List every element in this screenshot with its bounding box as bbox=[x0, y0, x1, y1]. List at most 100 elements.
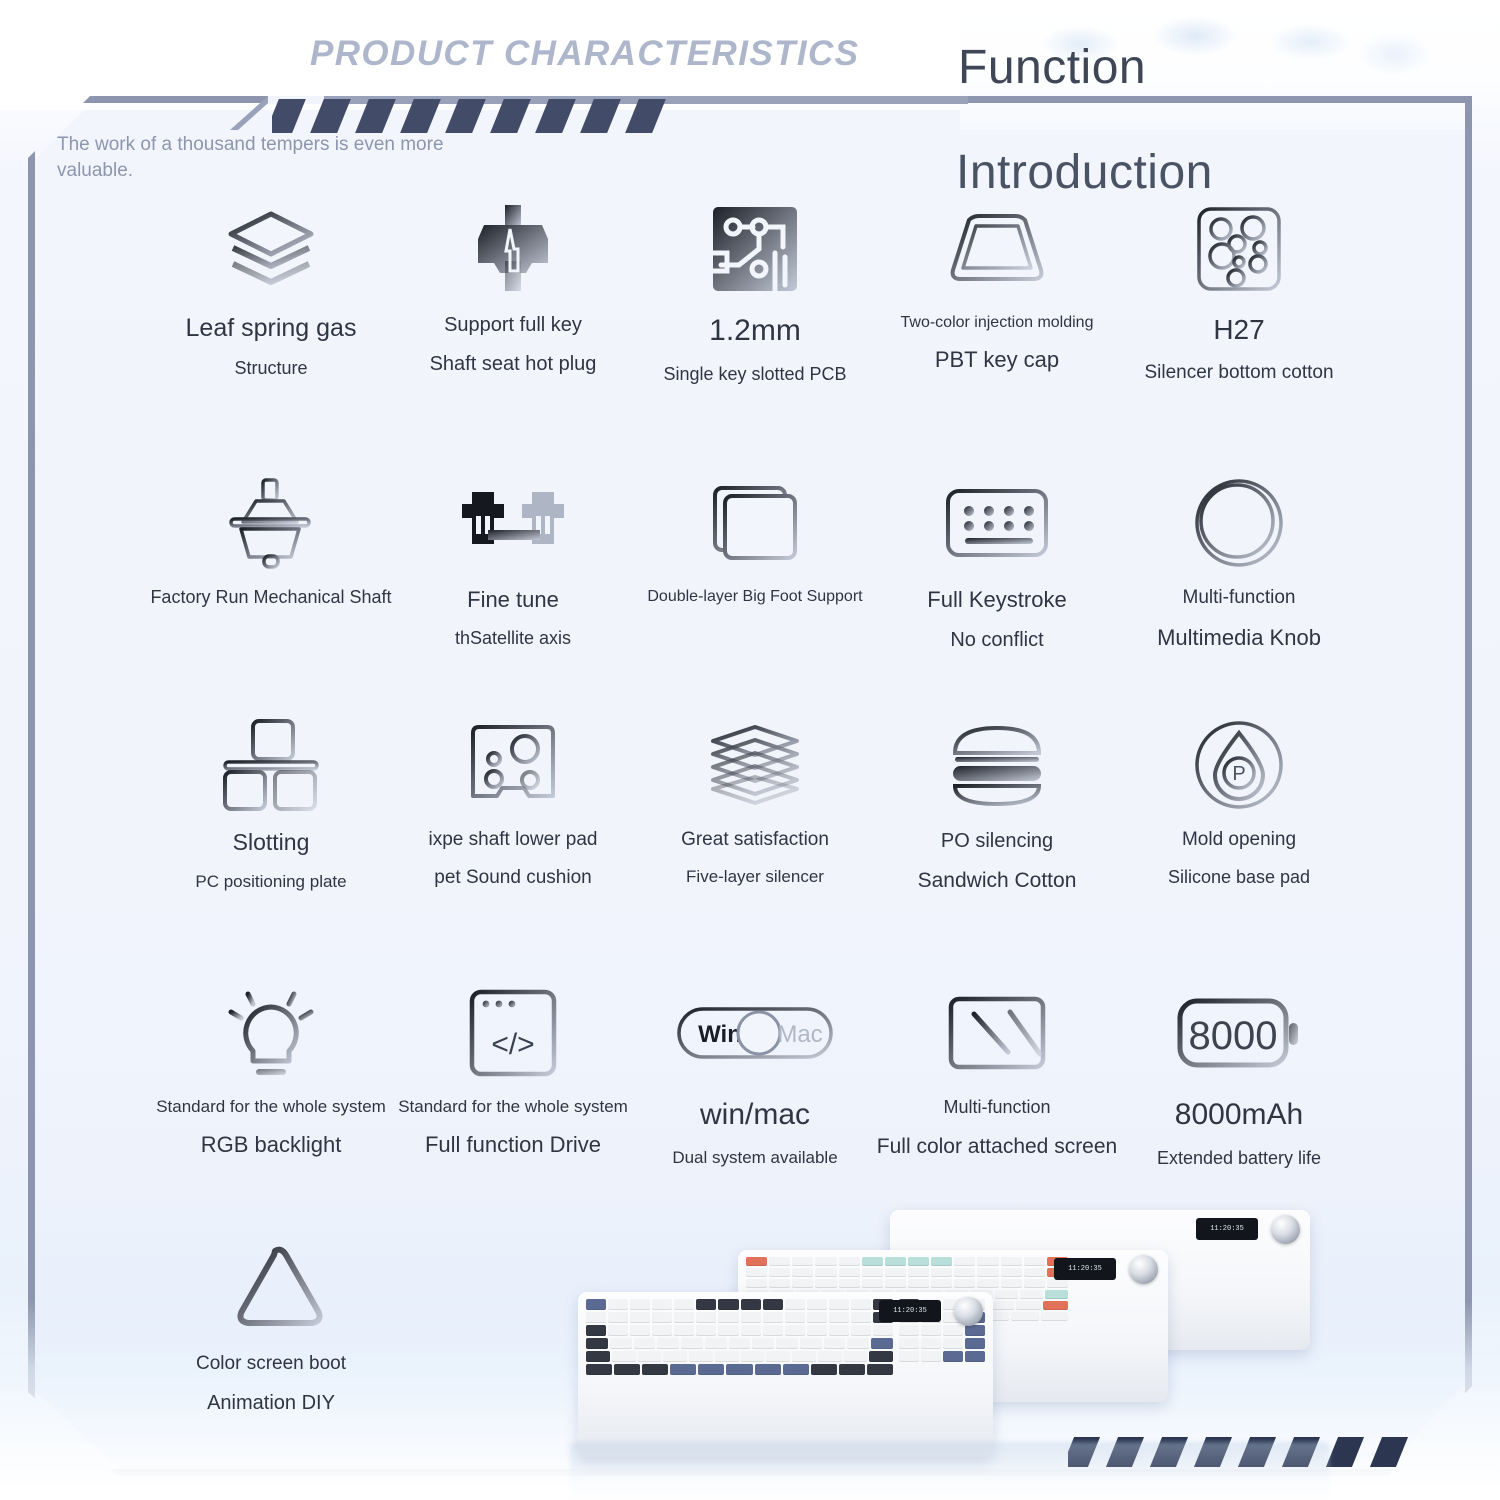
keycap bbox=[806, 1299, 827, 1310]
feature-label-primary: PO silencing bbox=[940, 830, 1054, 852]
keycap bbox=[899, 1325, 919, 1336]
feature-label-secondary: pet Sound cushion bbox=[434, 866, 592, 888]
keyboard-key-row bbox=[746, 1268, 1068, 1277]
feature-label-primary: Two-color injection molding bbox=[900, 314, 1094, 331]
keycap bbox=[799, 1338, 822, 1349]
feature-label-secondary: Silencer bottom cotton bbox=[1144, 361, 1334, 383]
keycap bbox=[828, 1299, 849, 1310]
keycap bbox=[696, 1299, 717, 1310]
keycap bbox=[663, 1351, 687, 1362]
keycap bbox=[769, 1257, 791, 1266]
feature-slotting-plate: Slotting PC positioning plate bbox=[150, 712, 392, 980]
keycap bbox=[943, 1351, 963, 1362]
feature-label-primary: Mold opening bbox=[1181, 829, 1297, 850]
keyboard-display-1: 11:20:35 bbox=[879, 1300, 941, 1322]
keycap bbox=[698, 1364, 725, 1375]
code-window-icon: </> bbox=[469, 980, 557, 1086]
keycap bbox=[652, 1325, 673, 1336]
keyboard-numpad-row bbox=[899, 1338, 985, 1349]
keycap bbox=[965, 1338, 985, 1349]
keycap bbox=[586, 1338, 608, 1349]
keycap bbox=[674, 1299, 695, 1310]
keycap bbox=[1000, 1268, 1022, 1277]
svg-text:P: P bbox=[1232, 763, 1245, 785]
keycap bbox=[782, 1364, 809, 1375]
volume-knob-1 bbox=[954, 1297, 983, 1326]
keycap bbox=[740, 1312, 761, 1323]
keycap bbox=[943, 1338, 963, 1349]
keycap bbox=[792, 1257, 814, 1266]
feature-label-secondary: Multimedia Knob bbox=[1157, 624, 1321, 650]
switch-icon bbox=[474, 196, 552, 302]
keycap bbox=[657, 1338, 680, 1349]
keycap bbox=[762, 1312, 783, 1323]
keycap bbox=[907, 1268, 930, 1277]
tagline-text: The work of a thousand tempers is even m… bbox=[57, 134, 444, 182]
keycap bbox=[681, 1338, 703, 1349]
feature-label-secondary: Shaft seat hot plug bbox=[429, 353, 597, 375]
keycap bbox=[630, 1312, 651, 1323]
keycap bbox=[704, 1338, 727, 1349]
feature-bulb: Standard for the whole system RGB backlig… bbox=[150, 980, 392, 1236]
ixpe-pad-icon bbox=[470, 712, 556, 818]
battery-icon: 8000 bbox=[1177, 980, 1301, 1086]
keycap bbox=[850, 1299, 872, 1310]
keycap bbox=[611, 1351, 636, 1362]
keycap bbox=[965, 1325, 985, 1336]
keycap bbox=[740, 1299, 761, 1310]
keyboard-reflection bbox=[570, 1442, 1330, 1500]
keycap bbox=[766, 1351, 790, 1362]
knob-icon bbox=[1193, 470, 1285, 576]
keycap bbox=[586, 1351, 610, 1362]
keycap bbox=[815, 1268, 837, 1277]
keycap bbox=[586, 1325, 607, 1336]
keyboard-display-3: 11:20:35 bbox=[1196, 1218, 1258, 1240]
feature-row-3: Slotting PC positioning plate ixpe shaft … bbox=[150, 712, 1360, 980]
feature-label-primary: win/mac bbox=[699, 1098, 811, 1131]
keycap bbox=[1023, 1257, 1045, 1266]
feature-label-secondary: thSatellite axis bbox=[454, 628, 572, 649]
keycap bbox=[866, 1364, 894, 1375]
feature-label-primary: Great satisfaction bbox=[681, 829, 829, 850]
satellite-axis-icon bbox=[458, 470, 568, 576]
volume-knob-3 bbox=[1271, 1215, 1300, 1244]
keycap bbox=[1011, 1312, 1039, 1321]
keycap bbox=[740, 1325, 761, 1336]
keycap bbox=[652, 1299, 673, 1310]
feature-label-primary: 1.2mm bbox=[709, 314, 801, 347]
keycap bbox=[1045, 1290, 1068, 1299]
keyboard-key-row bbox=[586, 1299, 894, 1310]
feature-label-primary: Multi-function bbox=[1182, 587, 1296, 608]
feature-sandwich: PO silencing Sandwich Cotton bbox=[876, 712, 1118, 980]
feature-label-secondary: PBT key cap bbox=[934, 347, 1060, 373]
feature-layers: Leaf spring gas Structure bbox=[150, 196, 392, 470]
feature-row-4: Standard for the whole system RGB backlig… bbox=[150, 980, 1360, 1236]
keycap bbox=[931, 1257, 953, 1266]
keycap bbox=[921, 1325, 941, 1336]
keycap bbox=[1023, 1279, 1045, 1288]
keyboard-key-row bbox=[746, 1257, 1068, 1266]
keycap bbox=[614, 1364, 641, 1375]
keycap bbox=[754, 1364, 781, 1375]
keycap bbox=[740, 1351, 765, 1362]
keycap bbox=[586, 1364, 613, 1375]
keycap bbox=[784, 1325, 805, 1336]
five-layer-icon bbox=[707, 712, 803, 818]
keycap bbox=[630, 1299, 651, 1310]
keycap bbox=[696, 1312, 717, 1323]
feature-label-secondary: Animation DIY bbox=[207, 1391, 335, 1414]
feature-label-primary: Leaf spring gas bbox=[185, 314, 357, 342]
keycap bbox=[637, 1351, 662, 1362]
keycap bbox=[884, 1268, 906, 1277]
keycap bbox=[746, 1268, 768, 1277]
feature-label-primary: Factory Run Mechanical Shaft bbox=[150, 587, 392, 607]
keycap bbox=[718, 1325, 739, 1336]
volume-knob-2 bbox=[1129, 1255, 1158, 1284]
feature-keystroke: Full Keystroke No conflict bbox=[876, 470, 1118, 712]
feature-switch: Support full key Shaft seat hot plug bbox=[392, 196, 634, 470]
keycap bbox=[784, 1299, 805, 1310]
keycap bbox=[674, 1325, 695, 1336]
feature-boot-animation: Color screen boot Animation DIY bbox=[150, 1236, 392, 1436]
keycap bbox=[921, 1338, 941, 1349]
keycap bbox=[954, 1279, 976, 1288]
